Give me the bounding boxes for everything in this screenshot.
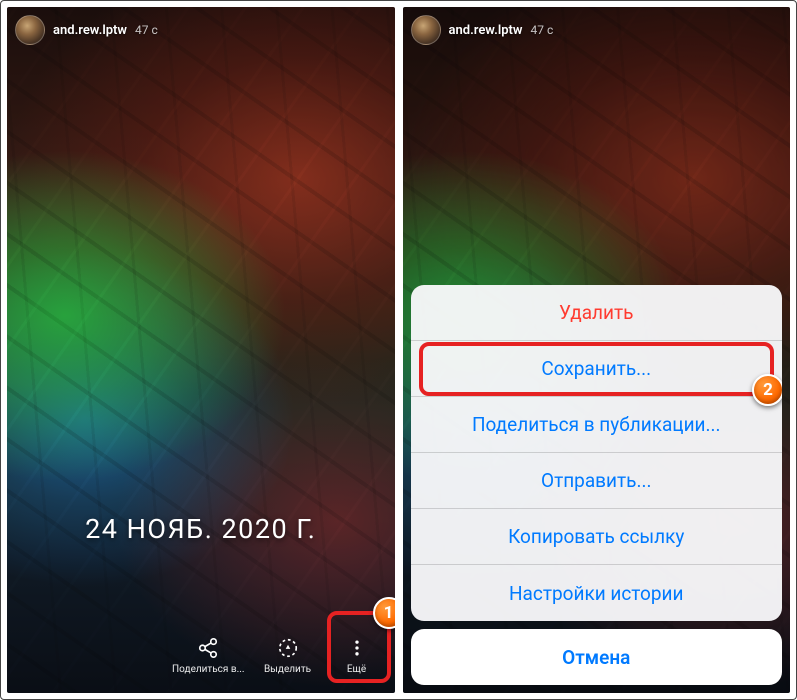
username-label[interactable]: and.rew.lptw (449, 23, 523, 38)
bottom-actions: Поделиться в... Выделить Ещё (172, 636, 382, 676)
sheet-delete-label: Удалить (559, 301, 633, 324)
more-button[interactable]: Ещё (331, 636, 383, 676)
sheet-group: Удалить Сохранить... 2 Поделиться в публ… (411, 285, 783, 621)
screenshot-pair: and.rew.lptw 47 с 24 НОЯБ. 2020 Г. Подел… (0, 0, 797, 700)
date-stamp: 24 НОЯБ. 2020 Г. (85, 513, 316, 545)
sheet-story-settings-label: Настройки истории (509, 582, 684, 605)
username-label[interactable]: and.rew.lptw (53, 23, 127, 38)
story-header: and.rew.lptw 47 с (15, 15, 158, 45)
sheet-story-settings[interactable]: Настройки истории (411, 565, 783, 621)
story-background (7, 7, 395, 693)
share-icon (197, 636, 219, 660)
action-sheet: Удалить Сохранить... 2 Поделиться в публ… (411, 285, 783, 685)
sheet-delete[interactable]: Удалить (411, 285, 783, 341)
timestamp-label: 47 с (530, 23, 553, 37)
sheet-cancel-label: Отмена (562, 646, 630, 669)
sheet-send-label: Отправить... (541, 469, 652, 492)
story-header: and.rew.lptw 47 с (411, 15, 554, 45)
more-icon (347, 636, 367, 660)
sheet-share-post-label: Поделиться в публикации... (472, 413, 721, 436)
phone-left: and.rew.lptw 47 с 24 НОЯБ. 2020 Г. Подел… (7, 7, 395, 693)
share-label: Поделиться в... (172, 664, 244, 676)
sheet-cancel[interactable]: Отмена (411, 629, 783, 685)
avatar[interactable] (15, 15, 45, 45)
phone-right: and.rew.lptw 47 с Удалить Сохранить... 2 (403, 7, 791, 693)
sheet-send[interactable]: Отправить... (411, 453, 783, 509)
share-button[interactable]: Поделиться в... (172, 636, 244, 676)
sheet-save[interactable]: Сохранить... (411, 341, 783, 397)
highlight-button[interactable]: Выделить (255, 636, 321, 676)
sheet-copy-link[interactable]: Копировать ссылку (411, 509, 783, 565)
sheet-copy-link-label: Копировать ссылку (508, 525, 684, 548)
sheet-share-post[interactable]: Поделиться в публикации... (411, 397, 783, 453)
highlight-icon (277, 636, 299, 660)
timestamp-label: 47 с (135, 23, 158, 37)
more-label: Ещё (347, 664, 366, 676)
highlight-label: Выделить (264, 664, 311, 676)
sheet-save-label: Сохранить... (541, 357, 651, 380)
avatar[interactable] (411, 15, 441, 45)
